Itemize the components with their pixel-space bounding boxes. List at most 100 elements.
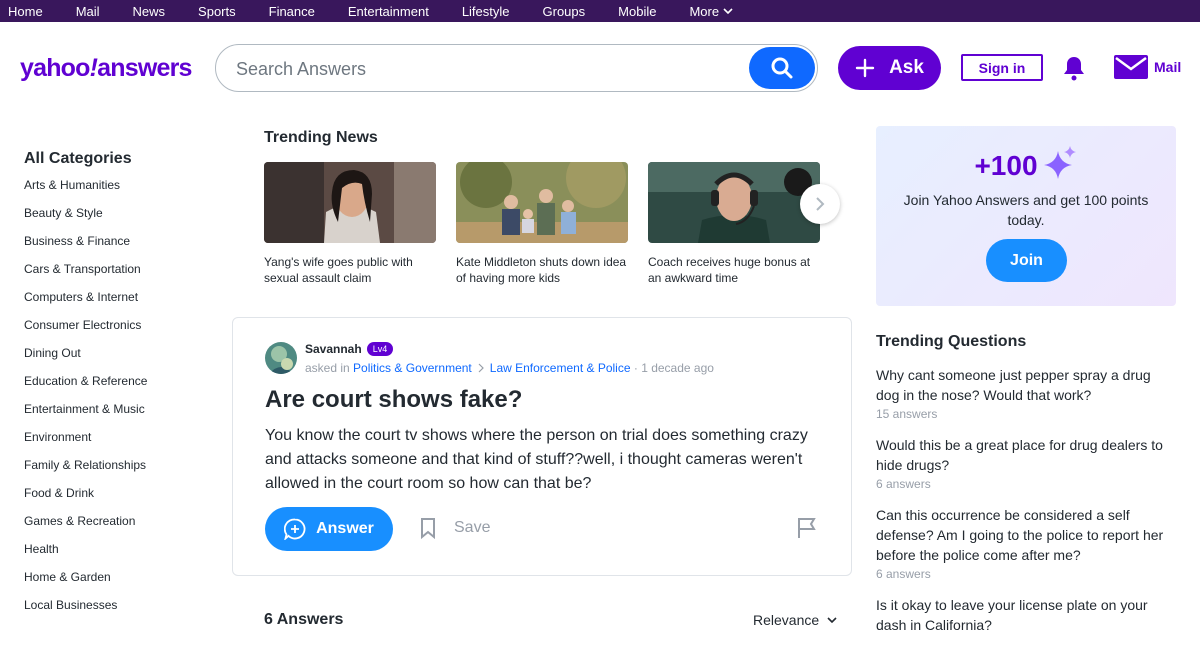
categories-title[interactable]: All Categories [24, 150, 147, 168]
trending-question-text: Can this occurrence be considered a self… [876, 507, 1164, 563]
chevron-down-icon [723, 8, 733, 14]
nav-finance[interactable]: Finance [269, 4, 315, 19]
nav-more[interactable]: More [689, 4, 733, 19]
mail-link[interactable]: Mail [1114, 55, 1181, 79]
sort-dropdown[interactable]: Relevance [753, 612, 837, 628]
trending-question-item[interactable]: Would this be a great place for drug dea… [876, 435, 1176, 491]
nav-mail[interactable]: Mail [76, 4, 100, 19]
trending-questions-list: Why cant someone just pepper spray a dru… [876, 365, 1176, 649]
category-item[interactable]: Family & Relationships [24, 457, 147, 485]
yahoo-answers-logo[interactable]: yahoo!answers [20, 54, 192, 83]
category-item[interactable]: Computers & Internet [24, 289, 147, 317]
chevron-down-icon [827, 617, 837, 623]
search-icon [771, 57, 793, 79]
nav-more-label: More [689, 3, 720, 19]
sign-in-button[interactable]: Sign in [961, 54, 1043, 81]
points-value: +100 [974, 150, 1038, 181]
points-promo-card: +100 Join Yahoo Answers and get 100 poin… [876, 126, 1176, 306]
trending-question-text: Would this be a great place for drug dea… [876, 437, 1163, 473]
notifications-bell-icon[interactable] [1062, 55, 1086, 86]
ask-label: Ask [889, 57, 924, 78]
trending-questions-title: Trending Questions [876, 333, 1027, 350]
nav-mobile[interactable]: Mobile [618, 4, 656, 19]
nav-home[interactable]: Home [8, 4, 43, 19]
trending-question-text: Why cant someone just pepper spray a dru… [876, 367, 1151, 403]
nav-lifestyle[interactable]: Lifestyle [462, 4, 510, 19]
search-bar [215, 44, 818, 92]
bookmark-icon [421, 518, 435, 539]
asker-username[interactable]: Savannah [305, 342, 362, 356]
avatar[interactable] [265, 342, 297, 374]
category-item[interactable]: Home & Garden [24, 569, 147, 597]
mail-icon [1114, 55, 1148, 79]
question-card: Savannah Lv4 asked in Politics & Governm… [232, 317, 852, 576]
answer-count: 15 answers [876, 407, 938, 421]
logo-yahoo-text: yahoo [20, 54, 90, 82]
news-card[interactable]: Kate Middleton shuts down idea of having… [456, 162, 628, 286]
trending-news-title: Trending News [264, 129, 378, 146]
question-meta: asked in Politics & Government Law Enfor… [305, 361, 714, 375]
trending-question-item[interactable]: Why cant someone just pepper spray a dru… [876, 365, 1176, 421]
news-card[interactable]: Coach receives huge bonus at an awkward … [648, 162, 820, 286]
category-item[interactable]: Local Businesses [24, 597, 147, 625]
question-time: · 1 decade ago [633, 361, 714, 375]
answer-count: 6 answers [876, 477, 931, 491]
subcategory-link[interactable]: Law Enforcement & Police [490, 361, 631, 375]
category-item[interactable]: Food & Drink [24, 485, 147, 513]
category-item[interactable]: Arts & Humanities [24, 177, 147, 205]
answer-label: Answer [316, 520, 374, 537]
category-item[interactable]: Dining Out [24, 345, 147, 373]
level-badge: Lv4 [366, 342, 394, 356]
trending-question-text: Is it okay to leave your license plate o… [876, 597, 1148, 633]
news-thumbnail-image [264, 162, 436, 243]
breadcrumb-chevron-icon [478, 363, 484, 373]
categories-sidebar: All Categories Arts & Humanities Beauty … [24, 150, 147, 625]
chevron-right-icon [816, 197, 825, 211]
search-button[interactable] [749, 47, 815, 89]
category-item[interactable]: Cars & Transportation [24, 261, 147, 289]
add-comment-icon [284, 518, 306, 540]
news-caption: Coach receives huge bonus at an awkward … [648, 255, 811, 285]
save-button[interactable]: Save [420, 517, 490, 539]
nav-groups[interactable]: Groups [543, 4, 586, 19]
carousel-next-button[interactable] [800, 184, 840, 224]
category-item[interactable]: Health [24, 541, 147, 569]
category-item[interactable]: Education & Reference [24, 373, 147, 401]
question-title: Are court shows fake? [265, 386, 523, 413]
category-link[interactable]: Politics & Government [353, 361, 472, 375]
report-flag-icon[interactable] [796, 517, 818, 544]
answer-count: 6 answers [876, 567, 931, 581]
news-caption: Yang's wife goes public with sexual assa… [264, 255, 413, 285]
nav-entertainment[interactable]: Entertainment [348, 4, 429, 19]
nav-sports[interactable]: Sports [198, 4, 236, 19]
category-item[interactable]: Environment [24, 429, 147, 457]
category-item[interactable]: Entertainment & Music [24, 401, 147, 429]
news-caption: Kate Middleton shuts down idea of having… [456, 255, 627, 285]
news-thumbnail-image [456, 162, 628, 243]
asker-name: Savannah Lv4 [305, 342, 394, 356]
category-item[interactable]: Beauty & Style [24, 205, 147, 233]
search-input[interactable] [236, 57, 736, 81]
join-button[interactable]: Join [986, 239, 1067, 282]
top-nav-bar: Home Mail News Sports Finance Entertainm… [0, 0, 1200, 22]
promo-text: Join Yahoo Answers and get 100 points to… [903, 192, 1149, 228]
save-label: Save [454, 519, 491, 536]
answers-count: 6 Answers [264, 611, 344, 628]
news-card[interactable]: Yang's wife goes public with sexual assa… [264, 162, 436, 286]
sparkle-icon [1043, 146, 1076, 179]
asked-in-label: asked in [305, 361, 350, 375]
trending-question-item[interactable]: Can this occurrence be considered a self… [876, 505, 1176, 581]
sort-label: Relevance [753, 612, 820, 628]
nav-news[interactable]: News [133, 4, 166, 19]
question-body: You know the court tv shows where the pe… [265, 427, 808, 492]
category-item[interactable]: Games & Recreation [24, 513, 147, 541]
category-item[interactable]: Consumer Electronics [24, 317, 147, 345]
trending-question-item[interactable]: Is it okay to leave your license plate o… [876, 595, 1176, 635]
plus-icon [855, 58, 875, 78]
points-heading: +100 [876, 146, 1176, 182]
answer-button[interactable]: Answer [265, 507, 393, 551]
logo-answers-text: answers [97, 54, 192, 82]
ask-button[interactable]: Ask [838, 46, 941, 90]
category-item[interactable]: Business & Finance [24, 233, 147, 261]
news-thumbnail-image [648, 162, 820, 243]
